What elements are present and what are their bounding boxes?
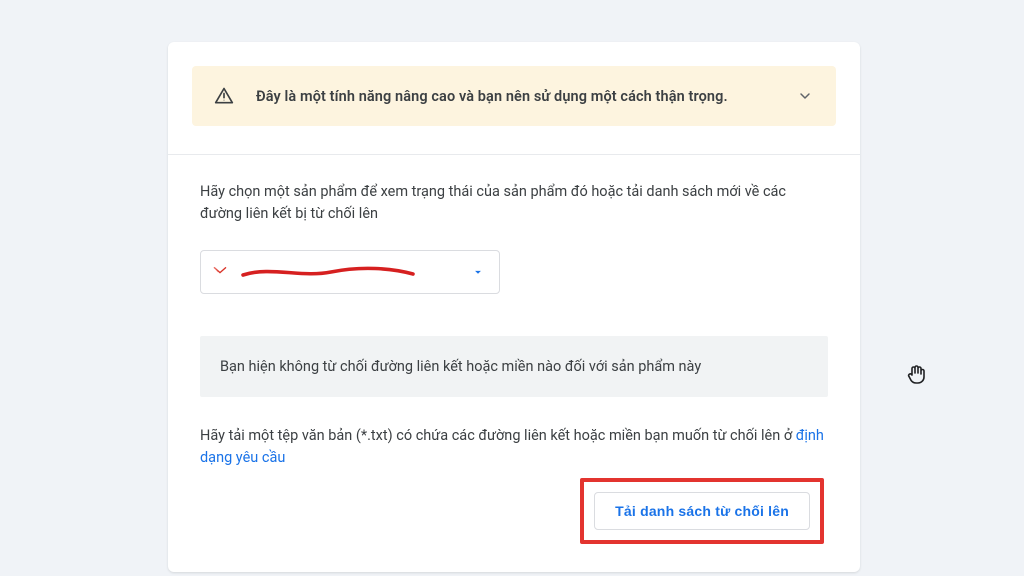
upload-instructions: Hãy tải một tệp văn bản (*.txt) có chứa …: [200, 425, 828, 470]
warning-message: Đây là một tính năng nâng cao và bạn nên…: [256, 88, 774, 105]
product-select[interactable]: [200, 250, 500, 294]
button-row: Tải danh sách từ chối lên: [200, 478, 828, 544]
main-card: Đây là một tính năng nâng cao và bạn nên…: [168, 42, 860, 572]
content-section: Hãy chọn một sản phẩm để xem trạng thái …: [168, 155, 860, 544]
caret-down-icon: [471, 265, 485, 279]
site-favicon-icon: [209, 261, 231, 283]
upload-instructions-prefix: Hãy tải một tệp văn bản (*.txt) có chứa …: [200, 427, 796, 444]
chevron-down-icon: [796, 87, 814, 105]
selected-product-redacted: [241, 260, 461, 284]
status-info-text: Bạn hiện không từ chối đường liên kết ho…: [220, 358, 701, 375]
warning-banner[interactable]: Đây là một tính năng nâng cao và bạn nên…: [192, 66, 836, 126]
intro-text: Hãy chọn một sản phẩm để xem trạng thái …: [200, 181, 828, 226]
status-info-box: Bạn hiện không từ chối đường liên kết ho…: [200, 336, 828, 397]
hand-cursor-icon: [904, 362, 928, 386]
upload-disavow-list-button[interactable]: Tải danh sách từ chối lên: [594, 492, 810, 530]
warning-icon: [214, 86, 234, 106]
annotation-highlight: Tải danh sách từ chối lên: [580, 478, 824, 544]
